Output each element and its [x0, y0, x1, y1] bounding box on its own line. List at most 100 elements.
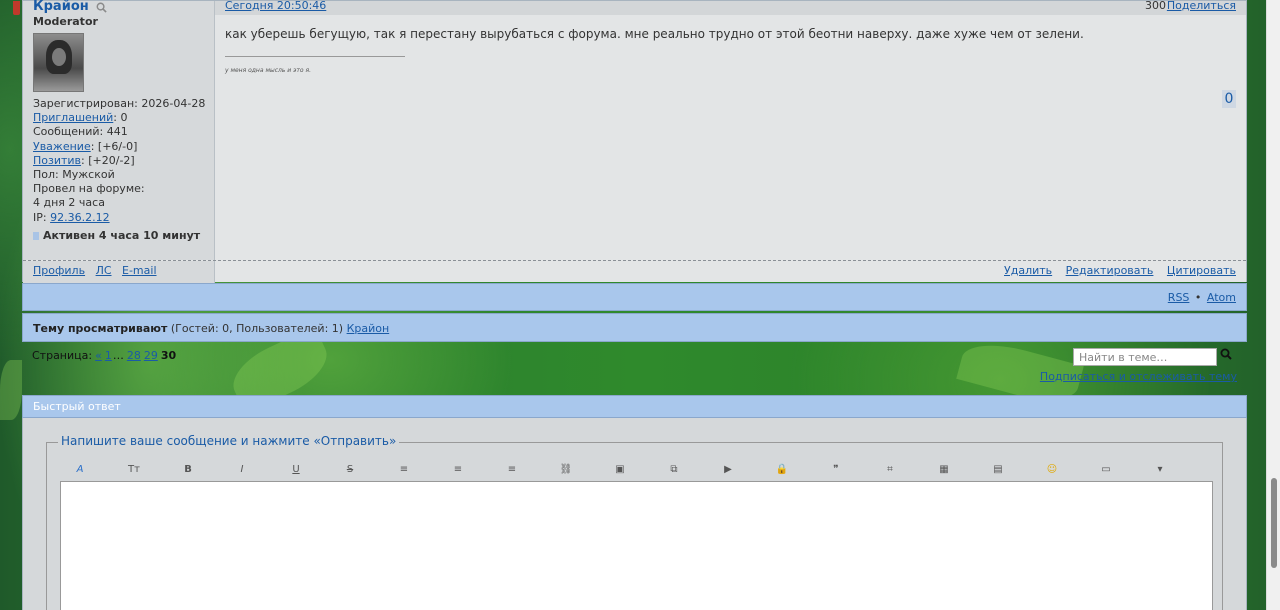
post-signature: у меня одна мысль и это я.	[225, 67, 311, 74]
messages-value: 441	[106, 125, 128, 139]
ip-link[interactable]: 92.36.2.12	[50, 211, 109, 224]
quote-link[interactable]: Цитировать	[1167, 264, 1236, 277]
post-content-panel: Сегодня 20:50:46 300 Поделиться как убер…	[215, 0, 1246, 260]
post-message: как уберешь бегущую, так я перестану выр…	[225, 27, 1084, 41]
post-actions: Удалить Редактировать Цитировать	[994, 264, 1236, 277]
online-status-text: Активен 4 часа 10 минут	[43, 229, 201, 242]
forum-time-label: Провел на форуме:	[33, 182, 145, 196]
email-link[interactable]: E-mail	[122, 264, 157, 277]
edit-link[interactable]: Редактировать	[1066, 264, 1154, 277]
atom-link[interactable]: Atom	[1207, 291, 1236, 304]
viewer-user-link[interactable]: Крайон	[347, 322, 390, 335]
more-tools-icon[interactable]: ▭	[1099, 463, 1113, 477]
table-icon[interactable]: ▦	[937, 463, 951, 477]
smiley-icon[interactable]: ☺	[1045, 463, 1059, 477]
private-message-link[interactable]: ЛС	[96, 264, 112, 277]
author-name-link[interactable]: Крайон	[33, 0, 89, 14]
forum-post: Крайон Moderator Зарегистрирован: 2026-0…	[13, 0, 1247, 283]
online-status: Активен 4 часа 10 минут	[33, 229, 200, 242]
gender-value: Мужской	[62, 168, 115, 182]
feed-separator: •	[1194, 291, 1202, 304]
registered-value: 2026-04-28	[141, 97, 206, 110]
respect-link[interactable]: Уважение	[33, 140, 91, 153]
search-icon[interactable]	[96, 2, 108, 14]
signature-divider	[225, 56, 405, 57]
ip-label: IP:	[33, 210, 47, 224]
author-role: Moderator	[33, 15, 98, 28]
quote-icon[interactable]: ❞	[829, 463, 843, 477]
topic-search-input[interactable]	[1073, 348, 1217, 366]
align-right-icon[interactable]: ≡	[505, 463, 519, 477]
profile-link[interactable]: Профиль	[33, 264, 85, 277]
pagination-page-29[interactable]: 29	[144, 349, 158, 362]
post-author-panel: Крайон Moderator Зарегистрирован: 2026-0…	[13, 0, 215, 260]
positive-link[interactable]: Позитив	[33, 154, 81, 167]
strikethrough-icon[interactable]: S	[343, 463, 357, 477]
italic-icon[interactable]: I	[235, 463, 249, 477]
invites-link[interactable]: Приглашений	[33, 111, 113, 124]
reputation-counter[interactable]: 0	[1222, 90, 1236, 108]
quick-reply-title: Быстрый ответ	[33, 400, 121, 413]
font-size-icon[interactable]: Tт	[127, 463, 141, 477]
share-link[interactable]: Поделиться	[1167, 0, 1236, 12]
pagination-label: Страница:	[32, 349, 93, 362]
image-icon[interactable]: ▣	[613, 463, 627, 477]
page-scrollbar[interactable]	[1266, 0, 1280, 610]
align-left-icon[interactable]: ≡	[397, 463, 411, 477]
bookmark-icon	[13, 1, 20, 15]
font-color-icon[interactable]: A	[73, 463, 87, 477]
ip-row: IP: 92.36.2.12	[33, 211, 205, 225]
registered-row: Зарегистрирован: 2026-04-28	[33, 97, 205, 111]
positive-row: Позитив: [+20/-2]	[33, 154, 205, 168]
quick-reply-header: Быстрый ответ	[22, 395, 1247, 418]
respect-value: : [+6/-0]	[90, 139, 138, 153]
messages-label: Сообщений:	[33, 125, 104, 139]
invites-row: Приглашений: 0	[33, 111, 205, 125]
positive-value: : [+20/-2]	[81, 153, 135, 167]
author-links: Профиль ЛС E-mail	[33, 264, 164, 277]
rss-link[interactable]: RSS	[1168, 291, 1190, 304]
hide-icon[interactable]: 🔒	[775, 463, 789, 477]
invites-value: : 0	[113, 111, 128, 125]
link-icon[interactable]: ⛓	[559, 463, 573, 477]
editor-toolbar: A Tт B I U S ≡ ≡ ≡ ⛓ ▣ ⧉ ▶ 🔒 ❞ ⌗ ▦ ▤ ☺ ▭ ▾	[73, 463, 1193, 479]
registered-label: Зарегистрирован:	[33, 97, 138, 110]
spoiler-icon[interactable]: ▤	[991, 463, 1005, 477]
gender-row: Пол: Мужской	[33, 168, 205, 182]
gallery-icon[interactable]: ⧉	[667, 463, 681, 477]
feed-links: RSS • Atom	[1168, 291, 1236, 304]
background-leaf	[0, 360, 22, 420]
post-date-link[interactable]: Сегодня 20:50:46	[225, 0, 326, 12]
bold-icon[interactable]: B	[181, 463, 195, 477]
pagination-page-1[interactable]: 1	[105, 349, 112, 362]
dropdown-arrow-icon[interactable]: ▾	[1153, 463, 1167, 477]
subscribe-link[interactable]: Подписаться и отслеживать тему	[1040, 370, 1237, 383]
underline-icon[interactable]: U	[289, 463, 303, 477]
reply-textarea[interactable]	[60, 481, 1213, 610]
post-number: 300	[1145, 0, 1166, 12]
topic-viewers: Тему просматривают (Гостей: 0, Пользоват…	[33, 322, 389, 335]
search-icon[interactable]	[1218, 348, 1234, 366]
pagination-current-page: 30	[160, 349, 177, 362]
pagination-ellipsis: …	[112, 349, 124, 362]
viewers-label: Тему просматривают	[33, 322, 168, 335]
scrollbar-thumb[interactable]	[1271, 478, 1277, 568]
post-footer: Профиль ЛС E-mail Удалить Редактировать …	[23, 260, 1246, 283]
post-header: Сегодня 20:50:46 300 Поделиться	[215, 0, 1246, 15]
quick-reply-panel: Напишите ваше сообщение и нажмите «Отпра…	[22, 418, 1247, 610]
viewers-counts: (Гостей: 0, Пользователей: 1)	[170, 322, 344, 335]
author-info: Зарегистрирован: 2026-04-28 Приглашений:…	[33, 97, 205, 225]
avatar[interactable]	[33, 33, 84, 92]
forum-time-value: 4 дня 2 часа	[33, 196, 105, 210]
online-indicator-icon	[33, 232, 39, 240]
gender-label: Пол:	[33, 168, 59, 182]
align-center-icon[interactable]: ≡	[451, 463, 465, 477]
pagination: Страница: «1… 28 29 30	[32, 349, 176, 362]
delete-link[interactable]: Удалить	[1004, 264, 1052, 277]
respect-row: Уважение: [+6/-0]	[33, 140, 205, 154]
pagination-prev[interactable]: «	[95, 349, 102, 362]
reply-fieldset: Напишите ваше сообщение и нажмите «Отпра…	[46, 434, 1223, 610]
video-icon[interactable]: ▶	[721, 463, 735, 477]
code-icon[interactable]: ⌗	[883, 463, 897, 477]
pagination-page-28[interactable]: 28	[127, 349, 141, 362]
